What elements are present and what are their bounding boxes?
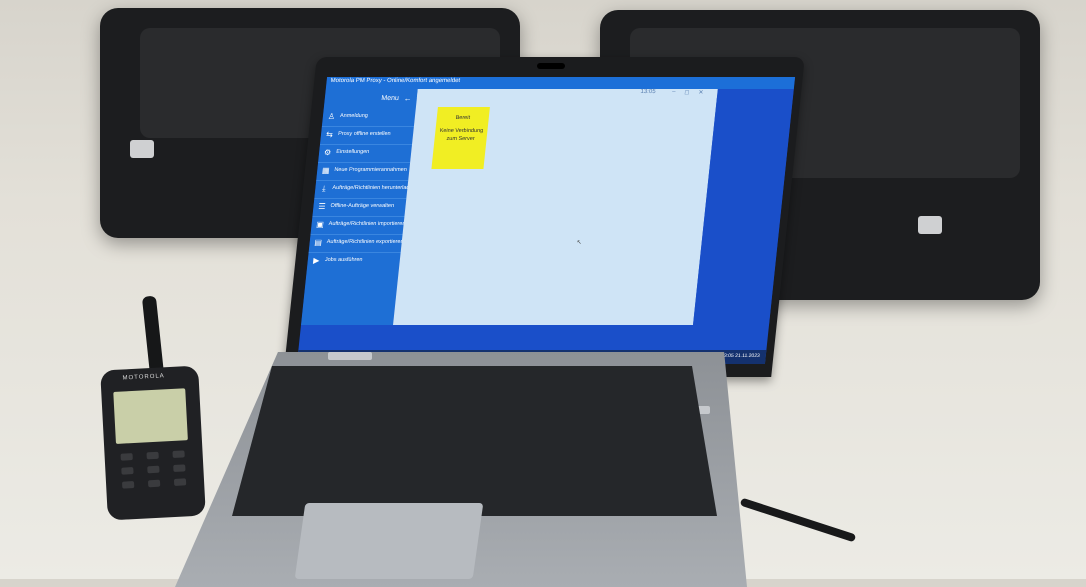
tray-date: 21.11.2023 xyxy=(734,353,761,359)
menu-item-offline-auftraege[interactable]: ☰ Offline-Aufträge verwalten xyxy=(312,199,407,217)
status-message: Keine Verbindung zum Server xyxy=(439,128,484,142)
menu-item-label: Einstellungen xyxy=(335,149,370,155)
export-icon: ▤ xyxy=(313,238,323,247)
menu-item-label: Proxy offline erstellen xyxy=(337,131,391,137)
radio-brand: MOTOROLA xyxy=(122,373,165,382)
menu-item-label: Aufträge/Richtlinien herunterladen xyxy=(332,185,416,191)
menu-item-label: Aufträge/Richtlinien importieren xyxy=(328,221,406,227)
menu-item-importieren[interactable]: ▣ Aufträge/Richtlinien importieren xyxy=(310,217,406,235)
menu-item-label: Jobs ausführen xyxy=(324,257,363,263)
main-content: 13:05 – ◻ ✕ Bereit Keine Verbindung zum … xyxy=(393,89,718,325)
status-state: Bereit xyxy=(455,115,471,121)
gear-icon: ⚙ xyxy=(323,148,332,157)
back-arrow-icon[interactable]: ← xyxy=(403,94,412,103)
radio-key[interactable] xyxy=(121,481,135,489)
menu-item-proxy-offline[interactable]: ⇆ Proxy offline erstellen xyxy=(319,127,414,145)
minimize-button[interactable]: – xyxy=(672,89,676,95)
menu-item-exportieren[interactable]: ▤ Aufträge/Richtlinien exportieren xyxy=(308,235,404,253)
system-tray[interactable]: 13:05 21.11.2023 xyxy=(721,353,760,359)
list-icon: ☰ xyxy=(317,202,327,211)
menu-item-anmeldung[interactable]: ♙ Anmeldung xyxy=(321,109,416,127)
radio-key[interactable] xyxy=(172,450,185,458)
download-icon: ⤓ xyxy=(321,184,327,193)
menu-item-label: Aufträge/Richtlinien exportieren xyxy=(326,239,404,245)
maximize-button[interactable]: ◻ xyxy=(684,89,690,96)
menu-item-einstellungen[interactable]: ⚙ Einstellungen xyxy=(318,145,412,163)
clock-label: 13:05 xyxy=(640,89,656,95)
menu-item-programmierannahmen[interactable]: ▦ Neue Programmierannahmen xyxy=(316,163,411,181)
touchpad[interactable] xyxy=(294,503,484,579)
menu-item-label: Anmeldung xyxy=(339,113,369,119)
radio-key[interactable] xyxy=(146,451,159,460)
menu-item-label: Neue Programmierannahmen xyxy=(333,167,408,173)
close-button[interactable]: ✕ xyxy=(698,89,704,96)
radio-key[interactable] xyxy=(121,467,134,475)
user-icon: ♙ xyxy=(327,112,336,121)
mouse-cursor-icon: ↖ xyxy=(576,240,582,246)
import-icon: ▣ xyxy=(315,220,325,229)
webcam xyxy=(537,63,565,69)
radio-key[interactable] xyxy=(147,465,160,474)
laptop-hinge-left xyxy=(328,352,372,360)
radio-key[interactable] xyxy=(173,478,187,486)
case-latch xyxy=(918,216,942,234)
menu-item-herunterladen[interactable]: ⤓ Aufträge/Richtlinien herunterladen xyxy=(314,181,416,199)
play-icon: ▶ xyxy=(312,256,320,265)
usb-cable xyxy=(739,497,857,543)
status-card: Bereit Keine Verbindung zum Server xyxy=(431,107,490,169)
keyboard[interactable] xyxy=(232,366,717,516)
laptop-screen: Motorola PM Proxy - Online/Komfort angem… xyxy=(296,77,796,364)
radio-key[interactable] xyxy=(120,453,133,461)
window-title: Motorola PM Proxy - Online/Komfort angem… xyxy=(330,78,461,84)
handheld-radio: MOTOROLA xyxy=(100,365,206,521)
radio-key[interactable] xyxy=(147,479,161,488)
proxy-icon: ⇆ xyxy=(325,130,334,139)
radio-key[interactable] xyxy=(173,464,186,472)
radio-display xyxy=(113,388,188,444)
content-toolbar: 13:05 – ◻ ✕ xyxy=(416,89,718,98)
radio-antenna xyxy=(141,295,165,377)
menu-item-jobs[interactable]: ▶ Jobs ausführen xyxy=(307,253,401,270)
menu-title: Menu xyxy=(380,95,400,102)
grid-icon: ▦ xyxy=(321,166,331,175)
window-titlebar: Motorola PM Proxy - Online/Komfort angem… xyxy=(325,77,796,89)
case-latch xyxy=(130,140,154,158)
menu-item-label: Offline-Aufträge verwalten xyxy=(330,203,395,209)
menu-header: Menu ← xyxy=(324,93,417,107)
